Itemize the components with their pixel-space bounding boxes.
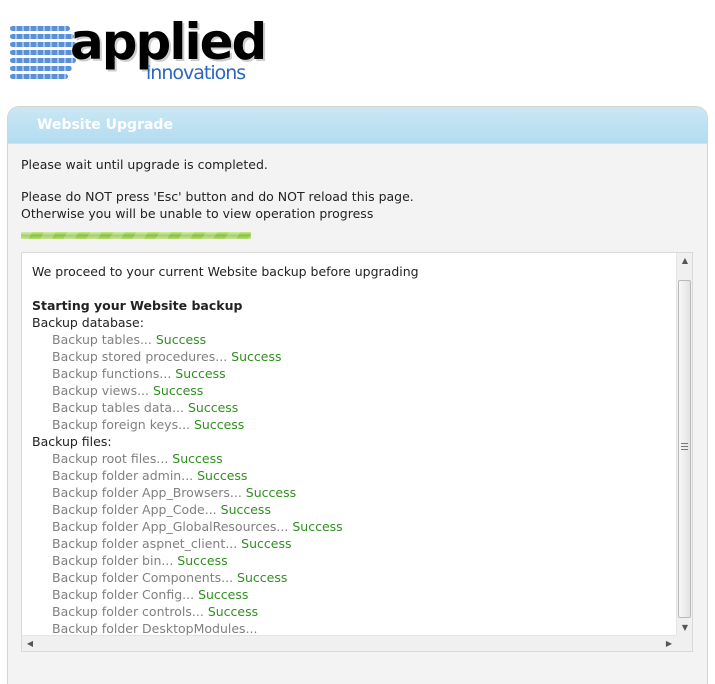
log-item-status: Success — [231, 349, 282, 364]
log-item-text: Backup folder App_Browsers... — [52, 485, 242, 500]
vertical-scroll-thumb[interactable] — [678, 280, 691, 618]
log-item-status: Success — [172, 451, 223, 466]
file-items-list: Backup root files... Success Backup folde… — [32, 450, 672, 635]
log-item: Backup root files... Success — [32, 450, 672, 467]
vertical-scrollbar[interactable]: ▲ ▼ — [676, 253, 692, 636]
log-item-text: Backup functions... — [52, 366, 172, 381]
log-item-status: Success — [245, 485, 297, 500]
log-item-text: Backup tables data... — [52, 400, 185, 415]
wait-message: Please wait until upgrade is completed. — [21, 157, 268, 172]
log-item-status: Success — [292, 519, 343, 534]
logo-subword: innovations — [146, 62, 246, 84]
log-item-status: Success — [207, 604, 259, 619]
log-item-status: Success — [188, 400, 239, 415]
scroll-up-icon[interactable]: ▲ — [677, 253, 693, 269]
log-item-text: Backup folder aspnet_client... — [52, 536, 238, 551]
log-item-text: Backup stored procedures... — [52, 349, 228, 364]
log-item: Backup folder Components... Success — [32, 569, 672, 586]
upgrade-panel: Website Upgrade Please wait until upgrad… — [7, 106, 708, 684]
panel-title: Website Upgrade — [8, 107, 707, 143]
scrollbar-corner — [676, 635, 692, 651]
db-items-list: Backup tables... Success Backup stored pr… — [32, 331, 672, 433]
log-item: Backup tables... Success — [32, 331, 672, 348]
scroll-right-icon[interactable]: ▶ — [661, 636, 677, 652]
log-item: Backup stored procedures... Success — [32, 348, 672, 365]
log-item: Backup views... Success — [32, 382, 672, 399]
scroll-left-icon[interactable]: ◀ — [22, 636, 38, 652]
log-item-text: Backup tables... — [52, 332, 152, 347]
log-item-status: Success — [155, 332, 207, 347]
horizontal-scrollbar[interactable]: ◀ ▶ — [22, 635, 677, 651]
log-item-text: Backup folder App_Code... — [52, 502, 217, 517]
log-item-status: Success — [220, 502, 271, 517]
log-item: Backup folder App_Browsers... Success — [32, 484, 672, 501]
files-label: Backup files: — [32, 434, 112, 449]
log-intro: We proceed to your current Website backu… — [32, 264, 419, 279]
log-item-text: Backup folder DesktopModules... — [52, 621, 258, 635]
log-item: Backup folder App_Code... Success — [32, 501, 672, 518]
grip-icon — [681, 443, 688, 451]
log-item-status: Success — [197, 468, 248, 483]
log-item: Backup tables data... Success — [32, 399, 672, 416]
log-content: We proceed to your current Website backu… — [32, 263, 672, 635]
log-item-text: Backup folder Components... — [52, 570, 234, 585]
log-item: Backup folder DesktopModules... — [32, 620, 672, 635]
otherwise-message: Otherwise you will be unable to view ope… — [21, 206, 374, 221]
panel-body: Please wait until upgrade is completed. … — [8, 143, 707, 684]
log-item-text: Backup folder controls... — [52, 604, 204, 619]
log-item-text: Backup foreign keys... — [52, 417, 191, 432]
log-item: Backup folder bin... Success — [32, 552, 672, 569]
upgrade-progress-bar — [21, 232, 251, 239]
log-item: Backup folder Config... Success — [32, 586, 672, 603]
log-item: Backup foreign keys... Success — [32, 416, 672, 433]
operation-log[interactable]: We proceed to your current Website backu… — [21, 252, 693, 652]
db-label: Backup database: — [32, 315, 144, 330]
log-item: Backup folder admin... Success — [32, 467, 672, 484]
log-heading: Starting your Website backup — [32, 298, 243, 313]
warning-message: Please do NOT press 'Esc' button and do … — [21, 189, 414, 204]
log-item: Backup folder controls... Success — [32, 603, 672, 620]
log-item-text: Backup root files... — [52, 451, 169, 466]
log-item-status: Success — [198, 587, 249, 602]
log-item-status: Success — [241, 536, 292, 551]
scroll-down-icon[interactable]: ▼ — [677, 620, 693, 636]
log-item-text: Backup folder App_GlobalResources... — [52, 519, 289, 534]
log-item-status: Success — [153, 383, 204, 398]
log-item: Backup functions... Success — [32, 365, 672, 382]
log-item-status: Success — [237, 570, 288, 585]
log-item: Backup folder aspnet_client... Success — [32, 535, 672, 552]
applied-innovations-logo: applied innovations — [10, 13, 267, 88]
log-item-status: Success — [175, 366, 226, 381]
log-item-text: Backup views... — [52, 383, 150, 398]
log-item-text: Backup folder admin... — [52, 468, 194, 483]
log-item-text: Backup folder Config... — [52, 587, 195, 602]
log-item-status: Success — [194, 417, 245, 432]
log-item-text: Backup folder bin... — [52, 553, 174, 568]
log-item: Backup folder App_GlobalResources... Suc… — [32, 518, 672, 535]
log-item-status: Success — [177, 553, 228, 568]
